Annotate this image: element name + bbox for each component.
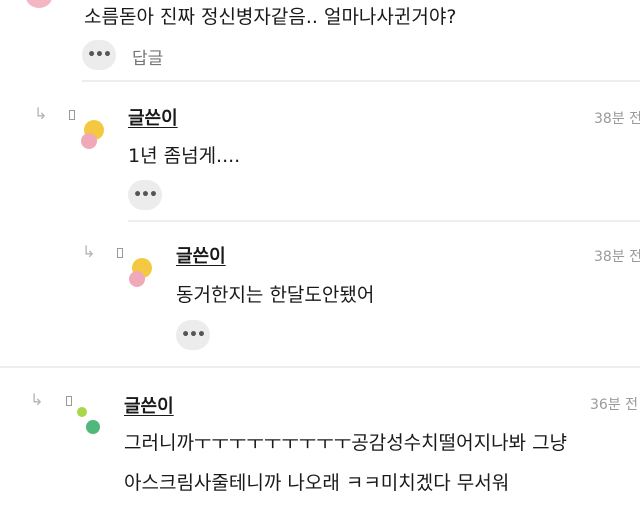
comment-text-line: 아스크림사줄테니까 나오래 ㅋㅋ미치겠다 무서워: [124, 472, 510, 494]
avatar: [77, 407, 100, 434]
reply-arrow-icon: ↳: [34, 104, 48, 123]
more-options-button[interactable]: •••: [176, 320, 210, 350]
more-icon: •••: [87, 47, 112, 63]
marker-icon: [117, 248, 123, 258]
divider: [82, 80, 640, 82]
timestamp: 38분 전: [594, 111, 640, 127]
avatar-partial: [26, 0, 52, 8]
reply-button[interactable]: 답글: [132, 44, 163, 69]
more-icon: •••: [133, 187, 158, 203]
comment-text-line: 그러니까ㅜㅜㅜㅜㅜㅜㅜㅜㅜ공감성수치떨어지나봐 그냥: [124, 432, 568, 454]
author-name[interactable]: 글쓴이: [124, 392, 174, 418]
avatar: [81, 120, 104, 149]
divider: [128, 220, 640, 222]
marker-icon: [69, 110, 75, 120]
divider: [0, 366, 640, 368]
author-name[interactable]: 글쓴이: [176, 242, 226, 268]
timestamp: 38분 전: [594, 249, 640, 265]
comment-text: 동거한지는 한달도안됐어: [176, 284, 375, 306]
more-options-button[interactable]: •••: [128, 180, 162, 210]
timestamp: 36분 전: [590, 397, 639, 413]
avatar-shape-bottom: [81, 133, 97, 149]
more-icon: •••: [181, 327, 206, 343]
reply-arrow-icon: ↳: [30, 390, 44, 409]
avatar-shape-top: [77, 407, 87, 417]
avatar-shape-bottom: [86, 420, 100, 434]
comment-text: 소름돋아 진짜 정신병자같음.. 얼마나사귄거야?: [84, 6, 457, 28]
reply-arrow-icon: ↳: [82, 242, 96, 261]
author-name[interactable]: 글쓴이: [128, 104, 178, 130]
comment-text: 1년 좀넘게....: [128, 145, 241, 167]
marker-icon: [66, 396, 72, 406]
more-options-button[interactable]: •••: [82, 40, 116, 70]
avatar-shape-bottom: [129, 271, 145, 287]
avatar: [129, 258, 152, 287]
